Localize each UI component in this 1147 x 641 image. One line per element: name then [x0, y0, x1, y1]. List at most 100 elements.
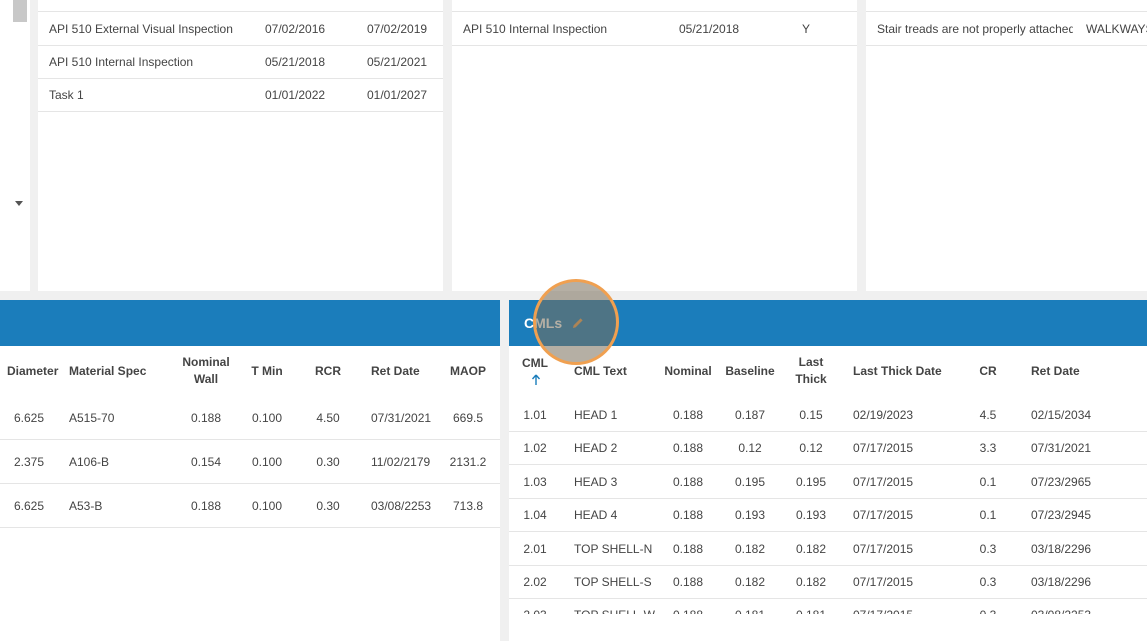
- cell-baseline: 0.12: [738, 441, 762, 456]
- cell-cml-text: TOP SHELL-W: [574, 599, 664, 614]
- cell-last-thick-date: 07/17/2015: [853, 599, 953, 614]
- col-diameter[interactable]: Diameter: [7, 350, 67, 392]
- table-row[interactable]: 2.375 A106-B 0.154 0.100 0.30 11/02/2179 2131.…: [0, 440, 500, 484]
- cell-ret-date: 03/08/2253: [1031, 599, 1121, 614]
- cell-material-spec: A53-B: [69, 498, 103, 513]
- cell-ret-date: 11/02/2179: [371, 454, 431, 469]
- cell-maop: 713.8: [452, 498, 484, 513]
- table-row[interactable]: 1.03 HEAD 3 0.188 0.195 0.195 07/17/2015 0.1 07…: [509, 466, 1147, 499]
- inspection-flag: Y: [802, 21, 811, 36]
- cell-ret-date: 07/23/2965: [1031, 474, 1092, 489]
- finding-text: Stair treads are not properly attached..…: [877, 21, 1073, 36]
- cell-maop: 2131.2: [449, 454, 487, 469]
- cell-baseline: 0.195: [734, 474, 766, 489]
- table-row[interactable]: [866, 0, 1147, 12]
- cell-cr: 0.3: [979, 541, 997, 556]
- task-date-2: 05/21/2021: [367, 54, 428, 69]
- cell-cml: 2.03: [517, 599, 553, 614]
- task-date-2: 01/01/2027: [367, 87, 428, 102]
- table-row[interactable]: Task 1 01/01/2022 01/01/2027: [38, 78, 443, 112]
- cell-last-thick-date: 02/19/2023: [853, 408, 914, 422]
- cell-cr: 0.1: [979, 474, 997, 489]
- cell-ret-date: 03/08/2253: [371, 498, 432, 513]
- table-row[interactable]: 2.02 TOP SHELL-S 0.188 0.182 0.182 07/17/2015…: [509, 566, 1147, 599]
- scroll-down-arrow-icon[interactable]: [15, 201, 23, 206]
- table-row[interactable]: API 510 Internal Inspection 05/21/2018 Y: [452, 12, 857, 46]
- cell-last-thick-date: 07/17/2015: [853, 541, 914, 556]
- inspections-panel: API 510 Internal Inspection 05/21/2018 Y: [452, 0, 857, 291]
- table-row[interactable]: Stair treads are not properly attached..…: [866, 12, 1147, 46]
- cell-nominal: 0.188: [672, 575, 704, 589]
- cell-cml: 1.03: [523, 474, 547, 489]
- cell-last-thick-date: 07/17/2015: [853, 441, 914, 456]
- cell-ret-date: 07/31/2021: [371, 410, 432, 425]
- table-row[interactable]: 1.02 HEAD 2 0.188 0.12 0.12 07/17/2015 3.3 07/3…: [509, 432, 1147, 466]
- col-ret-date[interactable]: Ret Date: [371, 350, 441, 392]
- cell-nominal-wall: 0.154: [190, 454, 222, 469]
- cell-cml-text: HEAD 3: [574, 474, 618, 489]
- cell-baseline: 0.182: [734, 541, 766, 556]
- cell-rcr: 4.50: [316, 410, 340, 425]
- click-highlight: [533, 279, 619, 365]
- cell-ret-date: 07/31/2021: [1031, 441, 1092, 456]
- col-maop[interactable]: MAOP: [446, 350, 490, 392]
- cell-nominal: 0.188: [672, 541, 704, 556]
- table-row[interactable]: [38, 0, 443, 12]
- cell-last-thick-date: 07/17/2015: [853, 474, 914, 489]
- scrollbar-thumb[interactable]: [13, 0, 27, 22]
- cell-last-thick: 0.12: [799, 441, 823, 456]
- table-row[interactable]: API 510 External Visual Inspection 07/02…: [38, 12, 443, 46]
- cell-rcr: 0.30: [316, 498, 340, 513]
- cell-ret-date: 03/18/2296: [1031, 541, 1092, 556]
- cell-cml: 1.04: [523, 508, 547, 523]
- inspection-date: 05/21/2018: [679, 21, 740, 36]
- table-row[interactable]: 2.01 TOP SHELL-N 0.188 0.182 0.182 07/17/2015…: [509, 533, 1147, 566]
- cell-diameter: 6.625: [14, 410, 45, 425]
- cell-diameter: 6.625: [14, 498, 45, 513]
- cell-nominal: 0.188: [672, 508, 704, 523]
- cell-t-min: 0.100: [251, 410, 283, 425]
- inspection-name: API 510 Internal Inspection: [463, 21, 608, 36]
- table-row[interactable]: 2.03 TOP SHELL-W0.188 0.181 0.181 07/17/2015…: [509, 599, 1147, 614]
- cell-ret-date: 07/23/2945: [1031, 508, 1092, 523]
- cell-material-spec: A106-B: [69, 454, 110, 469]
- cell-nominal-wall: 0.188: [190, 410, 222, 425]
- col-t-min[interactable]: T Min: [244, 350, 290, 392]
- circuits-header-bar: [0, 300, 500, 346]
- table-row[interactable]: API 510 Internal Inspection 05/21/2018 0…: [38, 45, 443, 79]
- task-date-1: 07/02/2016: [265, 21, 326, 36]
- task-date-2: 07/02/2019: [367, 21, 428, 36]
- cell-cml-text: HEAD 1: [574, 408, 618, 422]
- task-name: API 510 External Visual Inspection: [49, 21, 233, 36]
- cell-baseline: 0.187: [734, 408, 766, 422]
- cell-cml: 1.02: [523, 441, 547, 456]
- cell-cr: 0.3: [979, 575, 997, 589]
- cell-nominal: 0.188: [672, 474, 704, 489]
- cell-cr: 3.3: [979, 441, 997, 456]
- cell-last-thick: 0.193: [795, 508, 827, 523]
- table-row[interactable]: [452, 0, 857, 12]
- table-row[interactable]: 6.625 A53-B 0.188 0.100 0.30 03/08/2253 713.8: [0, 484, 500, 528]
- cell-last-thick: 0.182: [795, 541, 827, 556]
- cell-last-thick: 0.181: [791, 599, 831, 614]
- tasks-panel: API 510 External Visual Inspection 07/02…: [38, 0, 443, 291]
- col-rcr[interactable]: RCR: [308, 350, 348, 392]
- col-material-spec[interactable]: Material Spec: [69, 350, 159, 392]
- cell-ret-date: 02/15/2034: [1031, 408, 1092, 422]
- table-row[interactable]: 1.01 HEAD 1 0.188 0.187 0.15 02/19/2023 4.5 02/…: [509, 399, 1147, 432]
- task-name: Task 1: [49, 87, 84, 102]
- circuits-panel: Diameter Material Spec Nominal Wall T Mi…: [0, 300, 500, 641]
- table-row[interactable]: 6.625 A515-70 0.188 0.100 4.50 07/31/2021 669.…: [0, 396, 500, 440]
- cell-cml-text: HEAD 2: [574, 441, 618, 456]
- table-row[interactable]: 1.04 HEAD 4 0.188 0.193 0.193 07/17/2015 0.1 07…: [509, 499, 1147, 533]
- cell-cr: 0.1: [979, 508, 997, 523]
- left-scrollbar[interactable]: [0, 0, 30, 291]
- cell-cml: 1.01: [523, 408, 547, 422]
- cell-last-thick-date: 07/17/2015: [853, 508, 914, 523]
- cell-baseline: 0.181: [723, 599, 777, 614]
- cell-last-thick: 0.182: [795, 575, 827, 589]
- col-nominal-wall[interactable]: Nominal Wall: [178, 350, 234, 392]
- cell-cr: 4.5: [979, 408, 997, 422]
- cell-cml: 2.01: [523, 541, 547, 556]
- cell-t-min: 0.100: [251, 498, 283, 513]
